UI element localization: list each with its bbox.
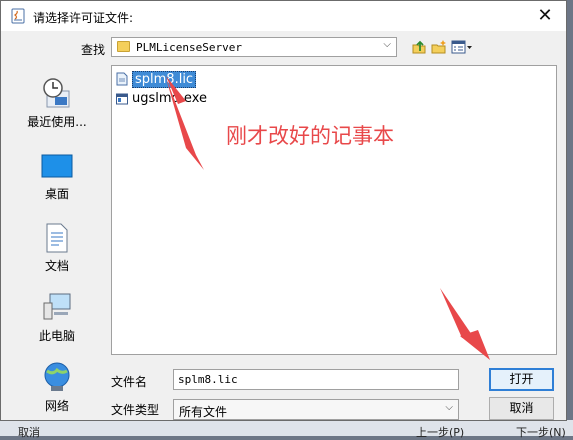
look-in-value: PLMLicenseServer: [136, 41, 242, 54]
chevron-down-icon[interactable]: ⌵: [445, 402, 453, 413]
file-type-value: 所有文件: [179, 405, 228, 419]
network-icon: [44, 362, 70, 391]
up-folder-icon[interactable]: [411, 39, 427, 55]
place-this-pc[interactable]: 此电脑: [11, 291, 103, 344]
executable-icon: [116, 93, 128, 105]
view-menu-icon[interactable]: [451, 39, 473, 55]
background-button-bar: [0, 420, 573, 436]
background-cancel-button[interactable]: 取消: [18, 424, 40, 440]
dialog-body: 查找 PLMLicenseServer ⌵ 最近使用... 桌面 文档 此电脑 …: [1, 31, 566, 420]
place-label: 网络: [44, 399, 69, 413]
annotation-text: 刚才改好的记事本: [226, 124, 394, 148]
look-in-label: 查找: [81, 43, 106, 57]
close-button[interactable]: ✕: [532, 3, 558, 29]
cancel-button[interactable]: 取消: [489, 397, 554, 420]
background-prev-button[interactable]: 上一步(P): [416, 424, 464, 440]
documents-icon: [46, 223, 68, 253]
file-icon: [116, 72, 128, 86]
place-label: 此电脑: [38, 329, 75, 343]
title-bar: 请选择许可证文件: ✕: [1, 1, 566, 31]
chevron-down-icon[interactable]: ⌵: [383, 39, 391, 50]
new-folder-icon[interactable]: [431, 39, 447, 55]
file-name-input[interactable]: splm8.lic: [173, 369, 459, 390]
place-network[interactable]: 网络: [11, 361, 103, 414]
place-label: 文档: [44, 259, 69, 273]
file-name-label: 文件名: [111, 375, 148, 389]
file-chooser-dialog: 请选择许可证文件: ✕ 查找 PLMLicenseServer ⌵ 最近使用..…: [0, 0, 567, 421]
places-bar: 最近使用... 桌面 文档 此电脑 网络: [11, 67, 103, 417]
dialog-title: 请选择许可证文件:: [33, 11, 134, 25]
place-label: 桌面: [44, 187, 69, 201]
place-documents[interactable]: 文档: [11, 223, 103, 274]
open-button[interactable]: 打开: [489, 368, 554, 391]
place-desktop[interactable]: 桌面: [11, 153, 103, 202]
java-app-icon: [11, 8, 25, 24]
file-name: splm8.lic: [132, 71, 197, 88]
place-recent-items[interactable]: 最近使用...: [11, 77, 103, 130]
background-next-button[interactable]: 下一步(N): [516, 424, 566, 440]
look-in-combo[interactable]: PLMLicenseServer ⌵: [111, 37, 397, 57]
file-name: ugslmd.exe: [132, 91, 207, 106]
computer-icon: [43, 293, 71, 320]
recent-items-icon: [43, 78, 70, 108]
place-label: 最近使用...: [27, 115, 87, 129]
file-list[interactable]: splm8.lic ugslmd.exe 刚才改好的记事本: [111, 65, 557, 355]
desktop-icon: [41, 154, 73, 178]
file-type-label: 文件类型: [111, 403, 160, 417]
file-type-select[interactable]: 所有文件 ⌵: [173, 399, 459, 420]
folder-icon: [117, 41, 130, 52]
